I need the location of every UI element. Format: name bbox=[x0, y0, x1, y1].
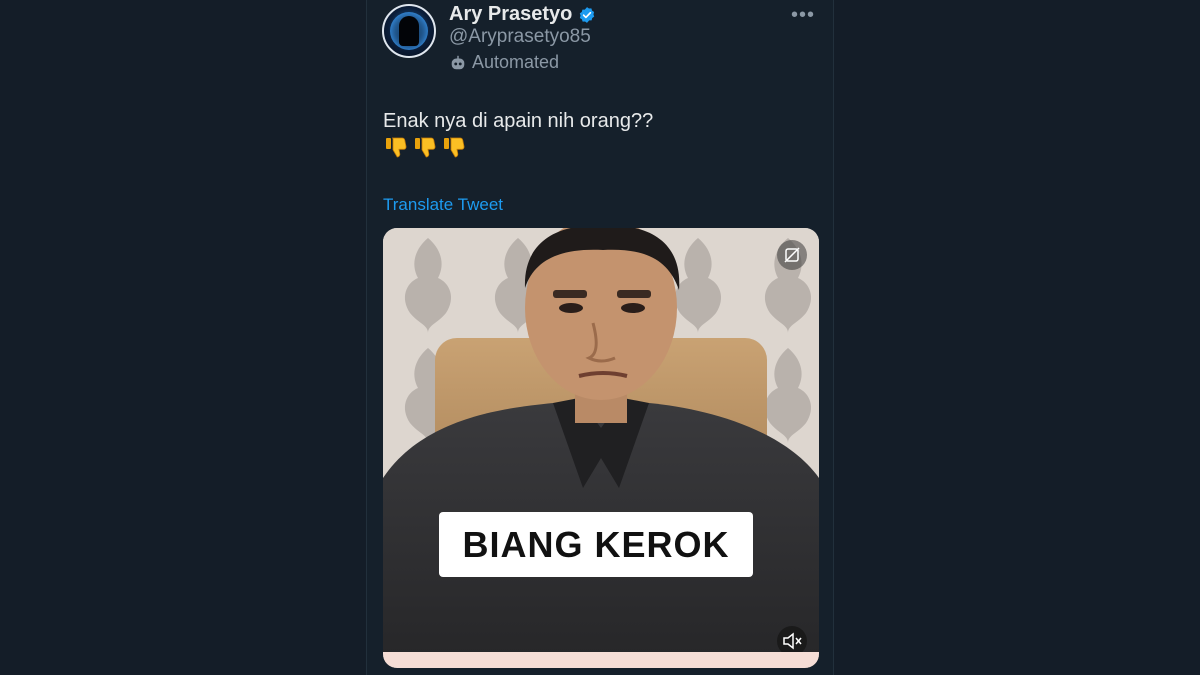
verified-badge-icon bbox=[580, 6, 595, 23]
video-caption: BIANG KEROK bbox=[439, 512, 753, 577]
name-row: Ary Prasetyo bbox=[449, 3, 596, 26]
video-frame bbox=[383, 228, 819, 668]
thumbs-down-icon bbox=[415, 137, 436, 158]
tweet-text: Enak nya di apain nih orang?? bbox=[383, 110, 654, 132]
avatar[interactable] bbox=[382, 4, 436, 58]
translate-tweet-link[interactable]: Translate Tweet bbox=[383, 195, 503, 215]
tweet-column: Ary Prasetyo @Aryprasetyo85 Automated ••… bbox=[366, 0, 834, 675]
thumbs-down-icon bbox=[444, 137, 465, 158]
user-handle[interactable]: @Aryprasetyo85 bbox=[449, 26, 591, 48]
automated-label: Automated bbox=[472, 52, 560, 72]
avatar-figure bbox=[399, 16, 419, 46]
gif-icon[interactable] bbox=[777, 240, 807, 270]
video-progress-strip bbox=[383, 652, 819, 668]
automated-label-row: Automated bbox=[449, 52, 559, 73]
more-icon[interactable]: ••• bbox=[791, 4, 815, 27]
video-media[interactable]: BIANG KEROK bbox=[383, 228, 819, 668]
emoji-row bbox=[383, 135, 467, 161]
display-name[interactable]: Ary Prasetyo bbox=[449, 3, 572, 26]
thumbs-down-icon bbox=[386, 137, 407, 158]
bot-icon bbox=[451, 55, 465, 69]
